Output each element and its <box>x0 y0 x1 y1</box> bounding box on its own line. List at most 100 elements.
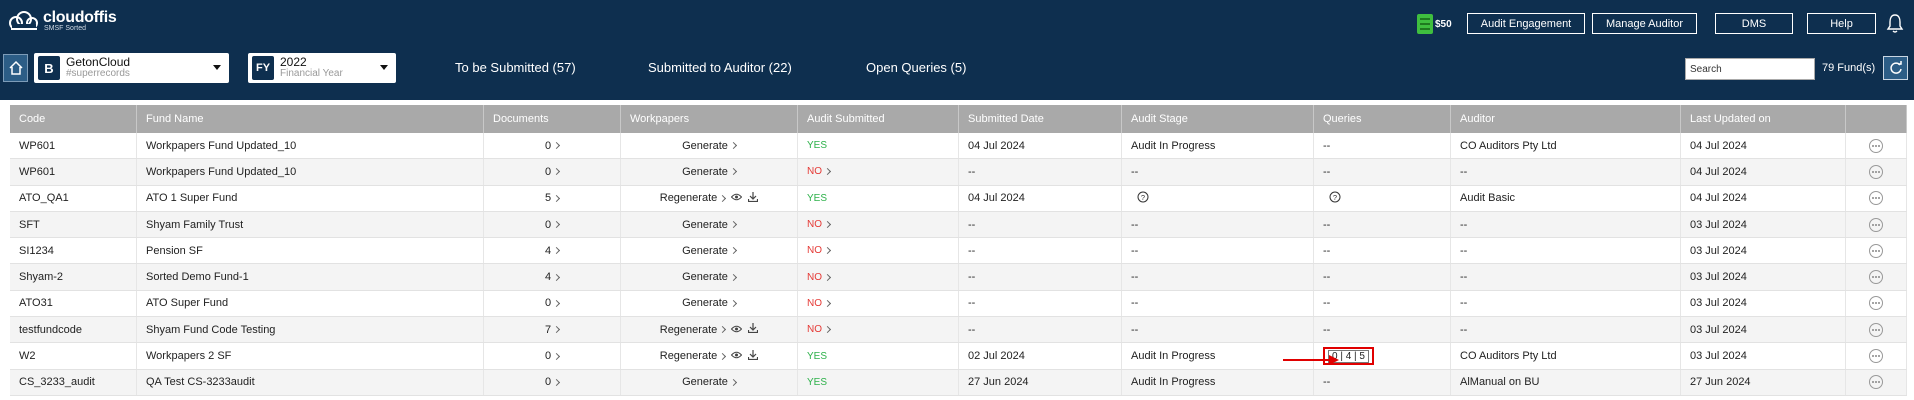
generate-link[interactable]: Generate <box>682 245 728 257</box>
chevron-right-icon[interactable] <box>719 194 727 202</box>
chevron-right-icon[interactable] <box>553 326 561 334</box>
more-options-icon[interactable] <box>1869 349 1883 364</box>
regenerate-link[interactable]: Regenerate <box>660 324 718 336</box>
cell-documents[interactable]: 0 <box>484 159 621 185</box>
fund-name[interactable]: Shyam Fund Code Testing <box>146 324 275 336</box>
audit-submitted-status[interactable]: YES <box>807 140 827 151</box>
audit-submitted-status[interactable]: YES <box>807 193 827 204</box>
audit-submitted-status[interactable]: NO <box>807 272 822 283</box>
fund-name[interactable]: Workpapers Fund Updated_10 <box>146 140 296 152</box>
column-header-audit-submitted[interactable]: Audit Submitted <box>798 105 959 133</box>
table-row[interactable]: WP601 Workpapers Fund Updated_10 0 Generate… <box>10 133 1907 160</box>
bell-icon[interactable] <box>1886 12 1904 34</box>
eye-icon[interactable] <box>731 350 743 362</box>
documents-count[interactable]: 0 <box>545 350 551 362</box>
cell-workpapers[interactable]: Regenerate <box>621 343 798 369</box>
fund-name[interactable]: Sorted Demo Fund-1 <box>146 271 249 283</box>
column-header-workpapers[interactable]: Workpapers <box>621 105 798 133</box>
cell-documents[interactable]: 4 <box>484 238 621 264</box>
cell-workpapers[interactable]: Generate <box>621 369 798 395</box>
audit-submitted-status[interactable]: NO <box>807 324 822 335</box>
generate-link[interactable]: Generate <box>682 140 728 152</box>
chevron-right-icon[interactable] <box>823 273 832 281</box>
audit-submitted-status[interactable]: NO <box>807 219 822 230</box>
table-row[interactable]: testfundcode Shyam Fund Code Testing 7 Rege… <box>10 317 1907 344</box>
fund-name[interactable]: Pension SF <box>146 245 203 257</box>
more-options-icon[interactable] <box>1869 270 1883 285</box>
financial-year-selector[interactable]: FY 2022 Financial Year <box>248 53 396 83</box>
documents-count[interactable]: 0 <box>545 219 551 231</box>
download-icon[interactable] <box>748 349 759 363</box>
fund-name[interactable]: Workpapers Fund Updated_10 <box>146 166 296 178</box>
cell-documents[interactable]: 7 <box>484 317 621 343</box>
chevron-right-icon[interactable] <box>729 142 737 150</box>
column-header-audit-stage[interactable]: Audit Stage <box>1122 105 1314 133</box>
column-header-code[interactable]: Code <box>10 105 137 133</box>
fund-name[interactable]: ATO Super Fund <box>146 297 228 309</box>
chevron-right-icon[interactable] <box>719 352 727 360</box>
regenerate-link[interactable]: Regenerate <box>660 350 718 362</box>
more-options-icon[interactable] <box>1869 296 1883 311</box>
chevron-right-icon[interactable] <box>823 168 832 176</box>
chevron-right-icon[interactable] <box>729 378 737 386</box>
cell-documents[interactable]: 5 <box>484 185 621 211</box>
documents-count[interactable]: 0 <box>545 140 551 152</box>
search-input[interactable] <box>1685 58 1815 80</box>
chevron-right-icon[interactable] <box>729 220 737 229</box>
table-row[interactable]: SI1234 Pension SF 4 Generate NO -- -- -- -- 03 Ju… <box>10 238 1907 265</box>
more-options-icon[interactable] <box>1869 375 1883 390</box>
brand-logo[interactable]: cloudoffis SMSF Sorted <box>6 9 117 33</box>
column-header-last-updated[interactable]: Last Updated on <box>1681 105 1846 133</box>
chevron-right-icon[interactable] <box>823 299 832 307</box>
documents-count[interactable]: 0 <box>545 297 551 309</box>
help-icon[interactable]: ? <box>1137 191 1149 206</box>
chevron-right-icon[interactable] <box>553 273 561 281</box>
column-header-documents[interactable]: Documents <box>484 105 621 133</box>
business-selector[interactable]: B GetonCloud #superrecords <box>34 53 229 83</box>
manage-auditor-button[interactable]: Manage Auditor <box>1592 13 1697 34</box>
download-icon[interactable] <box>748 323 759 336</box>
fund-name[interactable]: Workpapers 2 SF <box>146 350 231 362</box>
chevron-right-icon[interactable] <box>553 142 561 150</box>
eye-icon[interactable] <box>731 192 743 204</box>
column-header-fund-name[interactable]: Fund Name <box>137 105 484 133</box>
chevron-right-icon[interactable] <box>553 194 561 202</box>
credit-balance[interactable]: $50 <box>1417 13 1455 35</box>
chevron-right-icon[interactable] <box>553 378 561 386</box>
more-options-icon[interactable] <box>1869 164 1883 179</box>
table-row[interactable]: ATO31 ATO Super Fund 0 Generate NO -- -- -- -- 03… <box>10 290 1907 318</box>
regenerate-link[interactable]: Regenerate <box>660 192 718 204</box>
table-row[interactable]: W2 Workpapers 2 SF 0 Regenerate YES 02 Jul 20… <box>10 343 1907 370</box>
refresh-button[interactable] <box>1883 56 1908 80</box>
cell-workpapers[interactable]: Generate <box>621 159 798 185</box>
column-header-auditor[interactable]: Auditor <box>1451 105 1681 133</box>
audit-submitted-status[interactable]: NO <box>807 166 822 177</box>
more-options-icon[interactable] <box>1869 138 1883 153</box>
fund-name[interactable]: ATO 1 Super Fund <box>146 192 237 204</box>
generate-link[interactable]: Generate <box>682 271 728 283</box>
column-header-queries[interactable]: Queries <box>1314 105 1451 133</box>
audit-submitted-status[interactable]: NO <box>807 298 822 309</box>
tab-open-queries[interactable]: Open Queries (5) <box>866 60 966 75</box>
audit-submitted-status[interactable]: NO <box>807 245 822 256</box>
documents-count[interactable]: 0 <box>545 376 551 388</box>
cell-workpapers[interactable]: Generate <box>621 290 798 317</box>
audit-engagement-button[interactable]: Audit Engagement <box>1467 13 1585 34</box>
chevron-right-icon[interactable] <box>729 247 737 255</box>
more-options-icon[interactable] <box>1869 217 1883 232</box>
cell-workpapers[interactable]: Generate <box>621 264 798 290</box>
cell-workpapers[interactable]: Regenerate <box>621 185 798 211</box>
more-options-icon[interactable] <box>1869 191 1883 206</box>
help-button[interactable]: Help <box>1807 13 1876 34</box>
column-header-submitted-date[interactable]: Submitted Date <box>959 105 1122 133</box>
chevron-right-icon[interactable] <box>553 299 561 307</box>
cell-workpapers[interactable]: Generate <box>621 211 798 238</box>
cell-workpapers[interactable]: Regenerate <box>621 317 798 343</box>
chevron-right-icon[interactable] <box>553 168 561 176</box>
chevron-right-icon[interactable] <box>553 220 561 229</box>
table-row[interactable]: WP601 Workpapers Fund Updated_10 0 Generate… <box>10 159 1907 186</box>
generate-link[interactable]: Generate <box>682 166 728 178</box>
cell-documents[interactable]: 0 <box>484 133 621 159</box>
tab-submitted-to-auditor[interactable]: Submitted to Auditor (22) <box>648 60 792 75</box>
cell-documents[interactable]: 0 <box>484 343 621 369</box>
